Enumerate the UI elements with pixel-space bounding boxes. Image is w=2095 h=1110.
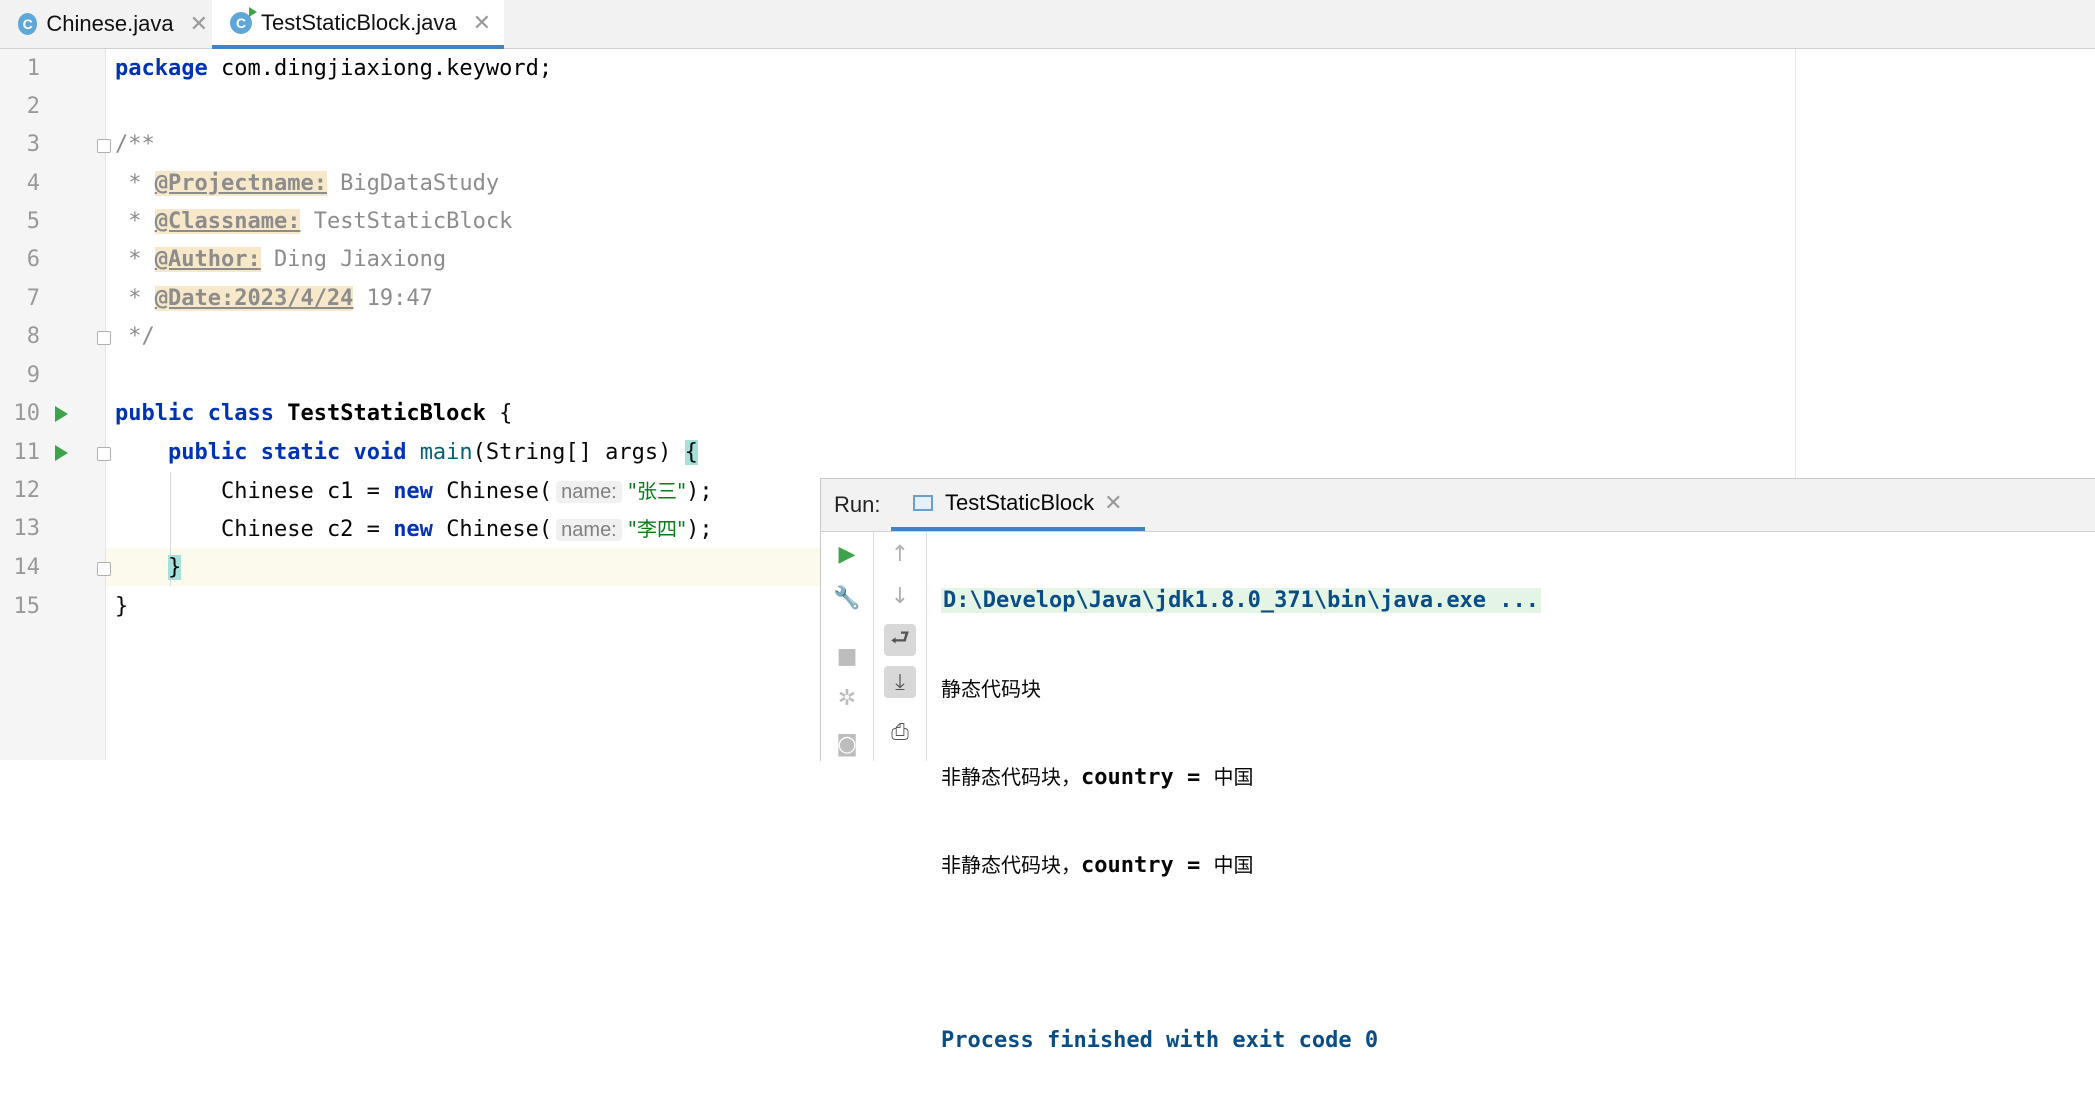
console-line: 静态代码块	[941, 677, 1041, 701]
console-icon	[913, 495, 933, 511]
run-tool-window: Run: TestStaticBlock ✕ ▶ 🔧 ■ ✲ ◙ ↑ ↓ ⮐ ⤓…	[820, 478, 2095, 1053]
line-number: 8	[26, 324, 40, 349]
run-class-icon[interactable]	[55, 406, 68, 422]
run-toolbar-right: ↑ ↓ ⮐ ⤓ ⎙	[874, 532, 927, 761]
runnable-class-icon: C	[230, 6, 257, 34]
fold-icon[interactable]	[97, 447, 111, 461]
scroll-to-end-icon[interactable]: ⤓	[884, 666, 916, 698]
fold-icon[interactable]	[97, 562, 111, 576]
line-number: 6	[26, 247, 40, 272]
fold-icon[interactable]	[97, 139, 111, 153]
code-line-1[interactable]: package com.dingjiaxiong.keyword;	[115, 50, 552, 88]
class-icon: C	[18, 13, 38, 35]
code-line-6[interactable]: * @Author: Ding Jiaxiong	[115, 241, 446, 279]
rerun-icon[interactable]: ▶	[831, 538, 863, 570]
line-number: 4	[26, 171, 40, 196]
fold-icon[interactable]	[97, 331, 111, 345]
line-number: 2	[26, 94, 40, 119]
run-main-icon[interactable]	[55, 445, 68, 461]
print-icon[interactable]: ⎙	[884, 716, 916, 748]
right-margin-guide	[1795, 49, 1796, 479]
parameter-hint: name:	[556, 519, 622, 541]
close-icon[interactable]: ✕	[190, 11, 208, 37]
line-number: 15	[13, 594, 41, 619]
line-number: 1	[26, 56, 40, 81]
line-number: 5	[26, 209, 40, 234]
code-line-10[interactable]: public class TestStaticBlock {	[115, 395, 512, 433]
line-number: 13	[13, 516, 41, 541]
line-number: 11	[13, 440, 41, 465]
code-line-5[interactable]: * @Classname: TestStaticBlock	[115, 203, 512, 241]
line-number: 3	[26, 132, 40, 157]
code-line-12[interactable]: Chinese c1 = new Chinese(name: "张三");	[115, 472, 713, 510]
line-number: 14	[13, 555, 41, 580]
arrow-up-icon[interactable]: ↑	[884, 538, 916, 570]
line-number: 12	[13, 478, 41, 503]
line-number: 7	[26, 286, 40, 311]
close-icon[interactable]: ✕	[1104, 490, 1122, 516]
stop-icon[interactable]: ■	[831, 640, 863, 672]
tab-teststaticblock-java[interactable]: C TestStaticBlock.java ✕	[212, 0, 504, 49]
debug-icon[interactable]: ✲	[831, 682, 863, 714]
console-exit-line: Process finished with exit code 0	[941, 1028, 1379, 1053]
line-number: 10	[13, 401, 41, 426]
soft-wrap-icon[interactable]: ⮐	[884, 624, 916, 656]
code-line-14[interactable]: }	[115, 549, 182, 587]
tab-label: TestStaticBlock.java	[261, 9, 457, 35]
tab-label: Chinese.java	[46, 11, 174, 36]
tab-chinese-java[interactable]: C Chinese.java ✕	[0, 0, 208, 48]
code-line-13[interactable]: Chinese c2 = new Chinese(name: "李四");	[115, 510, 713, 548]
console-command-line: D:\Develop\Java\jdk1.8.0_371\bin\java.ex…	[941, 588, 1542, 613]
code-line-7[interactable]: * @Date:2023/4/24 19:47	[115, 280, 433, 318]
code-line-4[interactable]: * @Projectname: BigDataStudy	[115, 165, 499, 203]
line-number: 9	[26, 363, 40, 388]
run-header: Run: TestStaticBlock ✕	[821, 479, 2095, 532]
parameter-hint: name:	[556, 481, 622, 503]
code-line-8[interactable]: */	[115, 318, 155, 356]
console-line: 非静态代码块，country = 中国	[941, 765, 1254, 790]
run-label: Run:	[834, 492, 881, 517]
code-line-11[interactable]: public static void main(String[] args) {	[115, 434, 698, 472]
camera-icon[interactable]: ◙	[831, 728, 863, 760]
console-line: 非静态代码块，country = 中国	[941, 853, 1254, 878]
wrench-icon[interactable]: 🔧	[831, 582, 863, 614]
run-toolbar-left: ▶ 🔧 ■ ✲ ◙	[821, 532, 874, 761]
code-line-15[interactable]: }	[115, 588, 128, 626]
code-line-3[interactable]: /**	[115, 126, 155, 164]
editor-tab-bar: C Chinese.java ✕ C TestStaticBlock.java …	[0, 0, 2095, 49]
run-tab-label: TestStaticBlock	[945, 490, 1095, 515]
arrow-down-icon[interactable]: ↓	[884, 580, 916, 612]
run-tab-teststaticblock[interactable]: TestStaticBlock ✕	[891, 479, 1145, 531]
current-line-highlight	[106, 548, 824, 586]
console-output[interactable]: D:\Develop\Java\jdk1.8.0_371\bin\java.ex…	[941, 532, 1542, 1110]
close-icon[interactable]: ✕	[473, 10, 491, 36]
